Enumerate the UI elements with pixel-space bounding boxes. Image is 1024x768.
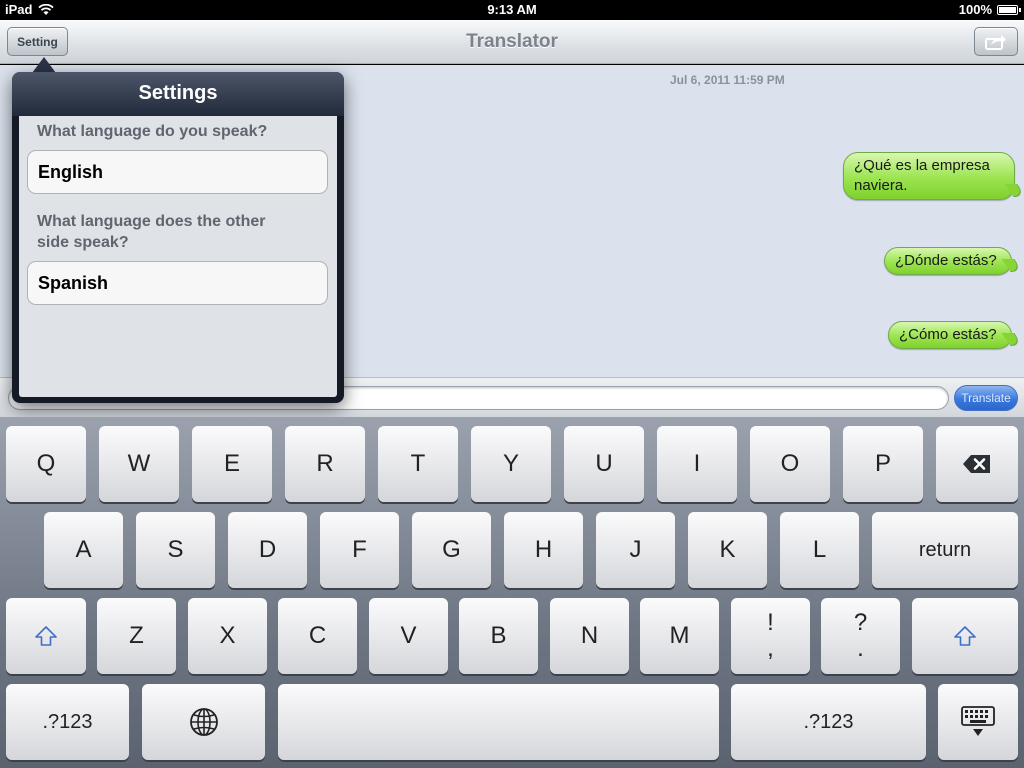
key-j[interactable]: J bbox=[596, 512, 675, 588]
other-language-label-line: side speak? bbox=[37, 234, 129, 251]
page-title: Translator bbox=[466, 31, 558, 52]
other-language-label-line: What language does the other bbox=[37, 213, 266, 230]
key-z[interactable]: Z bbox=[97, 598, 176, 674]
numbers-key-right[interactable]: .?123 bbox=[731, 684, 926, 760]
dismiss-keyboard-key[interactable] bbox=[938, 684, 1018, 760]
status-time: 9:13 AM bbox=[487, 2, 537, 17]
message-text: ¿Cómo estás? bbox=[899, 326, 997, 343]
key-o[interactable]: O bbox=[750, 426, 830, 502]
key-bottom-char: . bbox=[857, 635, 864, 662]
key-h[interactable]: H bbox=[504, 512, 583, 588]
battery-percent: 100% bbox=[958, 2, 992, 17]
key-y[interactable]: Y bbox=[471, 426, 551, 502]
message-text: naviera. bbox=[854, 177, 908, 194]
settings-popover: Settings What language do you speak? Eng… bbox=[12, 72, 344, 403]
popover-arrow bbox=[32, 57, 56, 73]
share-icon bbox=[985, 34, 1006, 50]
shift-key-right[interactable] bbox=[912, 598, 1018, 674]
popover-title: Settings bbox=[138, 82, 218, 104]
on-screen-keyboard: Q W E R T Y U I O P A S D F G H J K L re… bbox=[0, 417, 1024, 768]
status-right: 100% bbox=[958, 2, 1021, 17]
globe-key[interactable] bbox=[142, 684, 265, 760]
key-t[interactable]: T bbox=[378, 426, 458, 502]
key-bottom-char: , bbox=[767, 635, 774, 662]
share-button[interactable] bbox=[974, 27, 1018, 56]
shift-icon bbox=[35, 626, 57, 646]
message-text: ¿Dónde estás? bbox=[895, 252, 997, 269]
shift-key-left[interactable] bbox=[6, 598, 86, 674]
key-d[interactable]: D bbox=[228, 512, 307, 588]
key-top-char: ? bbox=[853, 609, 868, 636]
key-r[interactable]: R bbox=[285, 426, 365, 502]
key-g[interactable]: G bbox=[412, 512, 491, 588]
key-p[interactable]: P bbox=[843, 426, 923, 502]
globe-icon bbox=[189, 708, 218, 736]
key-c[interactable]: C bbox=[278, 598, 357, 674]
message-timestamp: Jul 6, 2011 11:59 PM bbox=[670, 73, 785, 87]
key-s[interactable]: S bbox=[136, 512, 215, 588]
key-k[interactable]: K bbox=[688, 512, 767, 588]
keyboard-dismiss-icon bbox=[961, 706, 995, 736]
backspace-icon bbox=[963, 455, 990, 473]
message-bubble[interactable]: ¿Cómo estás? bbox=[888, 321, 1012, 349]
key-q[interactable]: Q bbox=[6, 426, 86, 502]
numbers-key-left[interactable]: .?123 bbox=[6, 684, 129, 760]
navigation-bar: Setting Translator bbox=[0, 20, 1024, 64]
message-bubble[interactable]: ¿Dónde estás? bbox=[884, 247, 1012, 275]
battery-icon bbox=[997, 4, 1021, 15]
key-f[interactable]: F bbox=[320, 512, 399, 588]
translate-button[interactable]: Translate bbox=[954, 385, 1018, 411]
key-w[interactable]: W bbox=[99, 426, 179, 502]
key-v[interactable]: V bbox=[369, 598, 448, 674]
popover-header: Settings bbox=[12, 72, 344, 116]
key-i[interactable]: I bbox=[657, 426, 737, 502]
key-m[interactable]: M bbox=[640, 598, 719, 674]
key-u[interactable]: U bbox=[564, 426, 644, 502]
message-bubble[interactable]: ¿Qué es la empresa naviera. bbox=[843, 152, 1015, 200]
other-language-label: What language does the other side speak? bbox=[37, 211, 265, 253]
key-a[interactable]: A bbox=[44, 512, 123, 588]
key-l[interactable]: L bbox=[780, 512, 859, 588]
popover-body: What language do you speak? English What… bbox=[19, 116, 337, 397]
speak-language-field[interactable]: English bbox=[27, 150, 328, 194]
backspace-key[interactable] bbox=[936, 426, 1018, 502]
key-e[interactable]: E bbox=[192, 426, 272, 502]
return-key[interactable]: return bbox=[872, 512, 1018, 588]
key-b[interactable]: B bbox=[459, 598, 538, 674]
key-x[interactable]: X bbox=[188, 598, 267, 674]
key-n[interactable]: N bbox=[550, 598, 629, 674]
key-top-char: ! bbox=[767, 609, 774, 636]
message-text: ¿Qué es la empresa bbox=[854, 157, 990, 174]
space-key[interactable] bbox=[278, 684, 719, 760]
key-question-period[interactable]: ? . bbox=[821, 598, 900, 674]
status-bar: iPad 9:13 AM 100% bbox=[0, 0, 1024, 20]
key-exclamation-comma[interactable]: ! , bbox=[731, 598, 810, 674]
speak-language-label: What language do you speak? bbox=[37, 123, 268, 140]
other-language-field[interactable]: Spanish bbox=[27, 261, 328, 305]
shift-icon bbox=[954, 626, 976, 646]
